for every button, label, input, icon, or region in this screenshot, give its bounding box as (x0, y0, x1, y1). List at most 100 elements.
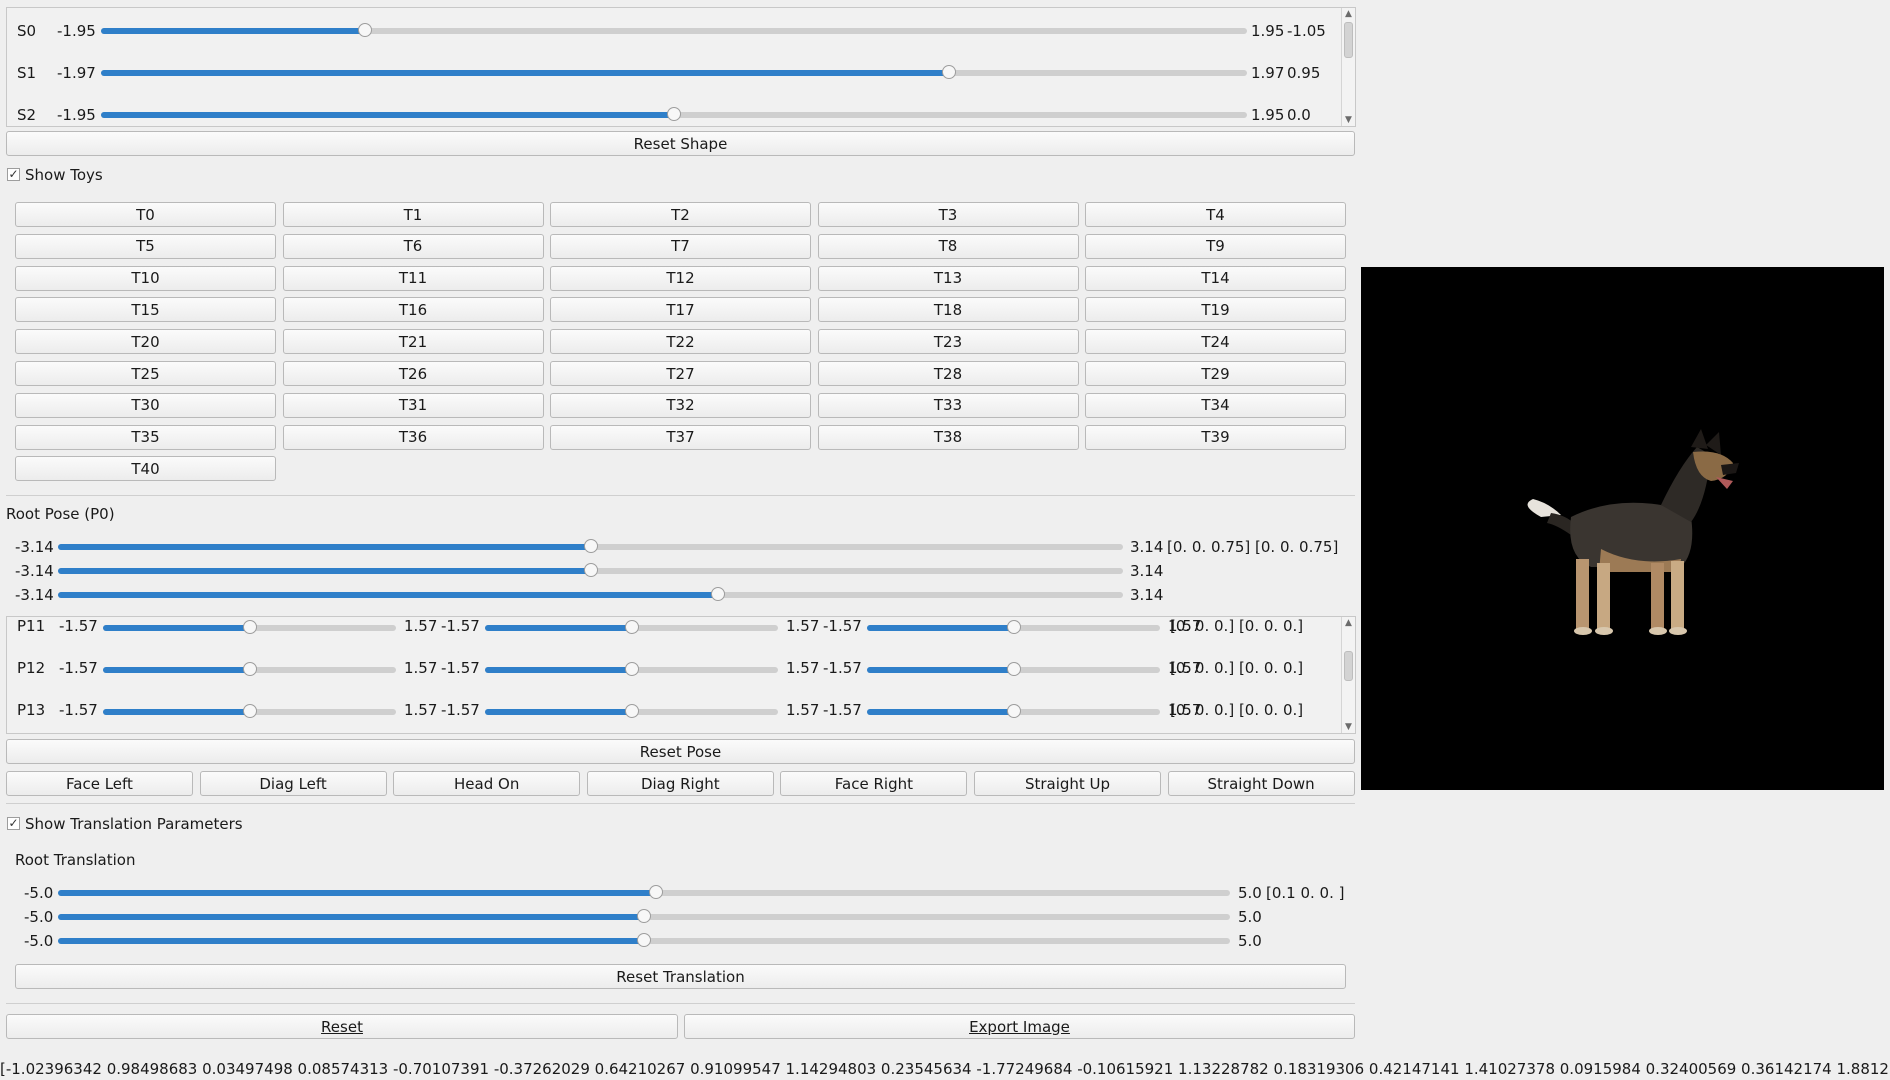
translation-slider[interactable] (58, 933, 1230, 947)
toy-button-t15[interactable]: T15 (15, 297, 276, 323)
export-image-button[interactable]: Export Image (684, 1014, 1355, 1039)
reset-button[interactable]: Reset (6, 1014, 678, 1039)
toy-button-t4[interactable]: T4 (1085, 202, 1346, 227)
render-viewport[interactable] (1361, 267, 1884, 790)
view-straight-down-button[interactable]: Straight Down (1167, 771, 1355, 796)
toy-button-t23[interactable]: T23 (817, 329, 1079, 355)
scroll-up-icon[interactable]: ▲ (1342, 8, 1355, 20)
slider-handle[interactable] (624, 620, 639, 634)
joint-slider-p13-1[interactable] (485, 704, 778, 718)
toy-button-t34[interactable]: T34 (1085, 392, 1346, 418)
shape-scrollbar[interactable]: ▲ ▼ (1341, 8, 1355, 126)
view-face-left-button[interactable]: Face Left (6, 771, 193, 796)
toy-button-t24[interactable]: T24 (1085, 329, 1346, 355)
slider-handle[interactable] (711, 587, 726, 601)
translation-slider[interactable] (58, 885, 1230, 899)
scroll-down-icon[interactable]: ▼ (1342, 114, 1355, 126)
slider-handle[interactable] (942, 65, 957, 79)
joint-slider-p13-0[interactable] (103, 704, 396, 718)
toy-button-t33[interactable]: T33 (817, 392, 1079, 418)
view-straight-up-button[interactable]: Straight Up (974, 771, 1161, 796)
toy-button-t22[interactable]: T22 (550, 329, 811, 355)
scroll-thumb[interactable] (1344, 22, 1353, 58)
slider-handle[interactable] (637, 909, 651, 923)
toy-button-t30[interactable]: T30 (15, 392, 276, 418)
slider-handle[interactable] (624, 662, 639, 676)
toy-button-t9[interactable]: T9 (1085, 233, 1346, 259)
toy-button-t36[interactable]: T36 (282, 424, 544, 450)
toy-button-t14[interactable]: T14 (1085, 265, 1346, 291)
joint-slider-p12-2[interactable] (867, 662, 1160, 676)
slider-handle[interactable] (648, 885, 663, 899)
toy-button-t29[interactable]: T29 (1085, 361, 1346, 386)
slider-handle[interactable] (637, 933, 651, 947)
slider-handle[interactable] (242, 704, 257, 718)
slider-handle[interactable] (1006, 620, 1021, 634)
joint-slider-p12-1[interactable] (485, 662, 778, 676)
reset-translation-button[interactable]: Reset Translation (15, 964, 1346, 989)
toy-button-t7[interactable]: T7 (550, 233, 811, 259)
toy-button-t18[interactable]: T18 (817, 297, 1079, 323)
toy-button-t38[interactable]: T38 (817, 424, 1079, 450)
toy-button-t6[interactable]: T6 (282, 233, 544, 259)
view-head-on-button[interactable]: Head On (393, 771, 581, 796)
toy-button-t0[interactable]: T0 (15, 202, 276, 227)
toy-button-t5[interactable]: T5 (15, 233, 276, 259)
scroll-thumb[interactable] (1344, 651, 1353, 681)
toy-button-t25[interactable]: T25 (15, 361, 276, 386)
toy-button-t17[interactable]: T17 (550, 297, 811, 323)
root-pose-slider[interactable] (58, 539, 1123, 553)
toy-button-t13[interactable]: T13 (817, 265, 1079, 291)
view-diag-left-button[interactable]: Diag Left (199, 771, 387, 796)
toy-button-t1[interactable]: T1 (282, 202, 544, 227)
slider-handle[interactable] (583, 539, 598, 553)
view-diag-right-button[interactable]: Diag Right (586, 771, 774, 796)
toy-button-t8[interactable]: T8 (817, 233, 1079, 259)
toy-button-t11[interactable]: T11 (282, 265, 544, 291)
scroll-down-icon[interactable]: ▼ (1342, 721, 1355, 733)
toy-button-t26[interactable]: T26 (282, 361, 544, 386)
joint-slider-p11-2[interactable] (867, 620, 1160, 634)
toy-button-t10[interactable]: T10 (15, 265, 276, 291)
shape-slider-s1[interactable] (101, 65, 1247, 79)
joint-slider-p11-0[interactable] (103, 620, 396, 634)
scroll-up-icon[interactable]: ▲ (1342, 617, 1355, 629)
shape-slider-s2[interactable] (101, 107, 1247, 121)
joint-slider-p11-1[interactable] (485, 620, 778, 634)
show-toys-checkbox[interactable]: ✓ (7, 168, 20, 181)
slider-handle[interactable] (1006, 704, 1021, 718)
toy-button-t39[interactable]: T39 (1085, 424, 1346, 450)
toy-button-t28[interactable]: T28 (817, 361, 1079, 386)
slider-handle[interactable] (1006, 662, 1021, 676)
translation-slider[interactable] (58, 909, 1230, 923)
slider-handle[interactable] (667, 107, 681, 121)
slider-handle[interactable] (242, 662, 257, 676)
toy-button-t3[interactable]: T3 (817, 202, 1079, 227)
toy-button-t32[interactable]: T32 (550, 392, 811, 418)
toy-button-t35[interactable]: T35 (15, 424, 276, 450)
toy-button-t19[interactable]: T19 (1085, 297, 1346, 323)
toy-button-t20[interactable]: T20 (15, 329, 276, 355)
toy-button-t37[interactable]: T37 (550, 424, 811, 450)
reset-pose-button[interactable]: Reset Pose (6, 739, 1355, 764)
toy-button-t21[interactable]: T21 (282, 329, 544, 355)
slider-handle[interactable] (624, 704, 639, 718)
view-face-right-button[interactable]: Face Right (780, 771, 968, 796)
toy-button-t16[interactable]: T16 (282, 297, 544, 323)
toy-button-t40[interactable]: T40 (15, 456, 276, 482)
slider-handle[interactable] (357, 23, 372, 37)
shape-slider-s0[interactable] (101, 23, 1247, 37)
toy-button-t31[interactable]: T31 (282, 392, 544, 418)
slider-handle[interactable] (242, 620, 257, 634)
show-translation-checkbox[interactable]: ✓ (7, 817, 20, 830)
root-pose-slider[interactable] (58, 587, 1123, 601)
joint-slider-p13-2[interactable] (867, 704, 1160, 718)
toy-button-t2[interactable]: T2 (550, 202, 811, 227)
reset-shape-button[interactable]: Reset Shape (6, 131, 1355, 156)
joint-scrollbar[interactable]: ▲ ▼ (1341, 617, 1355, 733)
root-pose-slider[interactable] (58, 563, 1123, 577)
joint-slider-p12-0[interactable] (103, 662, 396, 676)
toy-button-t12[interactable]: T12 (550, 265, 811, 291)
slider-handle[interactable] (583, 563, 598, 577)
toy-button-t27[interactable]: T27 (550, 361, 811, 386)
